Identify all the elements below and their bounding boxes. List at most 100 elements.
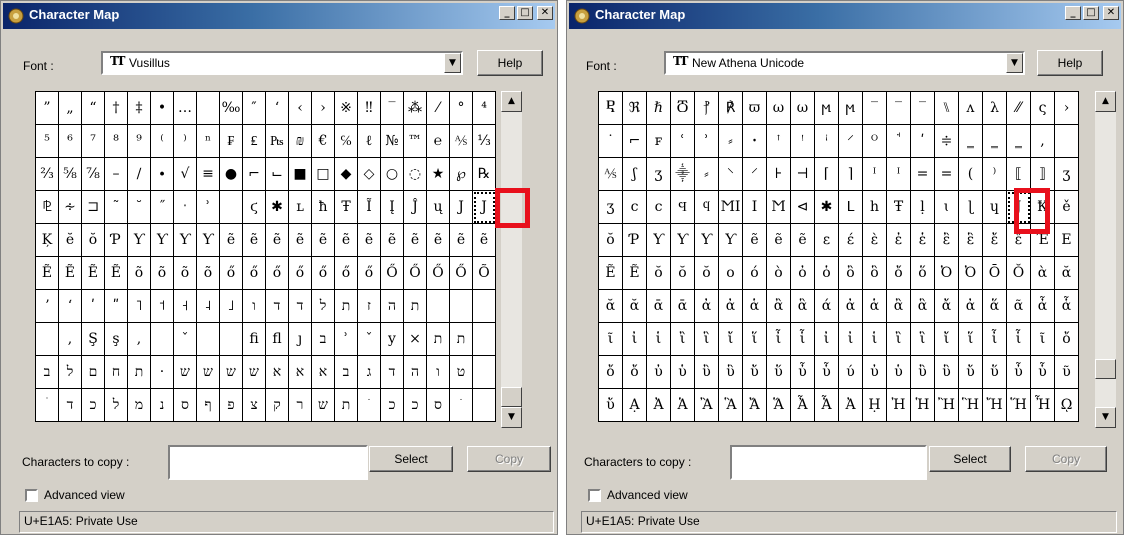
character-cell[interactable]: ʿ [671, 125, 695, 158]
character-cell[interactable]: ě [1055, 191, 1079, 224]
character-cell[interactable]: Ὀ [935, 257, 959, 290]
character-cell[interactable]: ‰ [220, 92, 243, 125]
character-cell[interactable]: ꞏ [743, 125, 767, 158]
character-cell[interactable]: ʾ [695, 125, 719, 158]
character-cell[interactable]: א [289, 356, 312, 389]
character-cell[interactable] [473, 356, 496, 389]
character-cell[interactable]: ⸍ [743, 158, 767, 191]
character-cell[interactable]: ἐ [887, 224, 911, 257]
character-cell[interactable]: = [935, 158, 959, 191]
character-cell[interactable]: ἂ [767, 290, 791, 323]
character-cell[interactable]: ẽ [289, 224, 312, 257]
character-cell[interactable]: ʹ [911, 125, 935, 158]
character-cell[interactable]: Ƴ [719, 224, 743, 257]
character-cell[interactable]: ἳ [695, 323, 719, 356]
character-cell[interactable]: Ƴ [197, 224, 220, 257]
character-cell[interactable]: ׂ [450, 389, 473, 422]
character-cell[interactable]: ד [59, 389, 82, 422]
scroll-up-arrow[interactable]: ▲ [1095, 91, 1116, 112]
character-cell[interactable]: Ŧ [335, 191, 358, 224]
character-cell[interactable]: ʾ [197, 191, 220, 224]
character-cell[interactable]: ל [312, 290, 335, 323]
character-cell[interactable]: ἑ [911, 224, 935, 257]
character-cell[interactable]: ב [335, 356, 358, 389]
character-cell[interactable]: ẽ [791, 224, 815, 257]
character-cell[interactable]: פ [220, 389, 243, 422]
character-cell[interactable]: ˇ [358, 323, 381, 356]
advanced-view-checkbox[interactable] [588, 489, 601, 502]
character-cell[interactable]: ꜞ [815, 125, 839, 158]
character-cell[interactable]: Ƴ [174, 224, 197, 257]
character-cell[interactable]: ὐ [863, 356, 887, 389]
character-cell[interactable]: ϺI [719, 191, 743, 224]
character-cell[interactable]: ὑ [887, 356, 911, 389]
character-cell[interactable]: ὄ [599, 356, 623, 389]
character-cell[interactable]: ῼ [1055, 389, 1079, 422]
character-cell[interactable]: ἶ [983, 323, 1007, 356]
character-cell[interactable]: Ἣ [959, 389, 983, 422]
character-cell[interactable]: ﬁ [243, 323, 266, 356]
character-cell[interactable]: ⌐ [243, 158, 266, 191]
character-cell[interactable]: ő [289, 257, 312, 290]
character-cell[interactable]: ד [266, 290, 289, 323]
character-cell[interactable]: õ [197, 257, 220, 290]
copy-button[interactable]: Copy [467, 446, 551, 472]
character-cell[interactable]: Ϥ [671, 191, 695, 224]
character-cell[interactable]: א [266, 356, 289, 389]
character-cell[interactable]: Ş [82, 323, 105, 356]
character-cell[interactable]: ■ [289, 158, 312, 191]
character-cell[interactable]: ἄ [935, 290, 959, 323]
character-cell[interactable]: Ƴ [128, 224, 151, 257]
character-grid[interactable]: ႲℜℏႣ⳨℟ϖωωϻϻ‾‾‾⑊ʌλ⁄⁄ς›˙⌐ꜰʿʾ⸗ꞏꜛꜝꜞ⸍ᴼꜗʹ≑‗‗‗,… [598, 91, 1079, 422]
character-cell[interactable]: ʒ [599, 191, 623, 224]
character-cell[interactable]: ẽ [312, 224, 335, 257]
character-cell[interactable]: ἵ [743, 323, 767, 356]
character-cell[interactable]: Ẽ [82, 257, 105, 290]
character-cell[interactable] [220, 323, 243, 356]
character-cell[interactable]: ẽ [243, 224, 266, 257]
character-cell[interactable]: ז [358, 290, 381, 323]
help-button[interactable]: Help [1037, 50, 1103, 76]
scroll-down-arrow[interactable]: ▼ [501, 407, 522, 428]
character-cell[interactable]: ʒ [1055, 158, 1079, 191]
character-cell[interactable]: ἵ [959, 323, 983, 356]
character-cell[interactable]: ő [220, 257, 243, 290]
character-cell[interactable]: Ⴃ [671, 92, 695, 125]
character-cell[interactable]: ( [959, 158, 983, 191]
character-cell[interactable]: ἇ [1055, 290, 1079, 323]
character-cell[interactable]: ų [427, 191, 450, 224]
character-cell[interactable]: ℅ [335, 125, 358, 158]
character-cell[interactable]: ⁹ [128, 125, 151, 158]
character-cell[interactable]: ※ [335, 92, 358, 125]
character-cell[interactable]: ἳ [911, 323, 935, 356]
character-cell[interactable]: ϖ [743, 92, 767, 125]
character-cell[interactable]: Ἠ [887, 389, 911, 422]
character-cell[interactable]: ⸗ [695, 158, 719, 191]
character-cell[interactable] [473, 290, 496, 323]
character-cell[interactable]: ⁸ [105, 125, 128, 158]
character-cell[interactable]: ⳨ [695, 92, 719, 125]
character-cell[interactable]: Ε [1055, 224, 1079, 257]
character-cell[interactable]: ẽ [358, 224, 381, 257]
character-cell[interactable]: ŏ [695, 257, 719, 290]
character-cell[interactable]: כ [404, 389, 427, 422]
character-cell[interactable]: ὓ [719, 356, 743, 389]
character-cell[interactable]: Ƴ [647, 224, 671, 257]
character-cell[interactable]: ẽ [767, 224, 791, 257]
character-cell[interactable]: Ő [381, 257, 404, 290]
character-cell[interactable]: ⁶ [59, 125, 82, 158]
character-cell[interactable]: Ƴ [695, 224, 719, 257]
character-cell[interactable]: ő [243, 257, 266, 290]
character-cell[interactable]: ◌ [404, 158, 427, 191]
character-cell[interactable]: ἁ [743, 290, 767, 323]
character-cell[interactable]: ﬂ [266, 323, 289, 356]
character-cell[interactable]: ● [220, 158, 243, 191]
character-cell[interactable]: ש [174, 356, 197, 389]
character-cell[interactable]: ⊣ [791, 158, 815, 191]
character-cell[interactable]: ⸍ [839, 125, 863, 158]
character-cell[interactable]: ὔ [959, 356, 983, 389]
character-cell[interactable]: ⅊ [36, 191, 59, 224]
character-cell[interactable]: ἀ [695, 290, 719, 323]
character-cell[interactable]: ὔ [743, 356, 767, 389]
character-cell[interactable]: ⊲ [791, 191, 815, 224]
